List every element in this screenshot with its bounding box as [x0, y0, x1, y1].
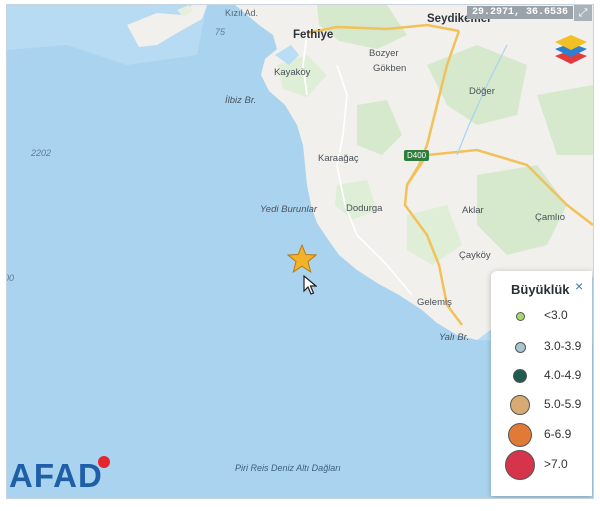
label-dodurga: Dodurga [346, 203, 383, 214]
expand-icon[interactable]: ⤢ [574, 5, 592, 21]
legend-swatch [508, 423, 532, 447]
legend-label: >7.0 [544, 457, 568, 471]
label-yali: Yalı Br. [439, 332, 470, 343]
legend-title: Büyüklük [511, 282, 570, 297]
label-ilbiz: İlbiz Br. [225, 95, 257, 106]
legend-label: 3.0-3.9 [544, 339, 582, 353]
legend-item: >7.0 [491, 450, 592, 480]
label-kayakoy: Kayaköy [274, 67, 311, 78]
label-piri-reis: Piri Reis Deniz Altı Dağları [235, 463, 341, 473]
legend-item: 5.0-5.9 [491, 391, 592, 417]
afad-logo: AFAD [9, 457, 103, 494]
legend-item: <3.0 [491, 302, 592, 328]
legend-swatch [510, 395, 530, 415]
label-caykoy: Çayköy [459, 250, 491, 261]
label-depth-75: 75 [215, 27, 226, 37]
legend-label: 6-6.9 [544, 427, 572, 441]
legend-item: 3.0-3.9 [491, 333, 592, 359]
label-doger: Döğer [469, 86, 495, 97]
legend-swatch [505, 450, 535, 480]
label-gokben: Gökben [373, 63, 407, 74]
label-kizil-ad: Kızıl Ad. [225, 8, 259, 18]
close-icon[interactable]: × [575, 278, 583, 294]
layers-icon[interactable] [553, 32, 589, 66]
legend-label: <3.0 [544, 308, 568, 322]
label-depth-00: 00 [7, 273, 15, 283]
label-fethiye: Fethiye [293, 29, 334, 41]
road-shield-d400: D400 [404, 150, 430, 161]
legend-item: 6-6.9 [491, 421, 592, 447]
legend-swatch [515, 311, 525, 321]
legend-item: 4.0-4.9 [491, 362, 592, 388]
label-yedi-burunlar: Yedi Burunlar [260, 204, 318, 215]
flag-icon [98, 456, 110, 468]
label-aklar: Aklar [462, 205, 484, 216]
coordinate-readout: 29.2971, 36.6536 [466, 6, 573, 19]
legend-label: 4.0-4.9 [544, 368, 582, 382]
label-depth-2202: 2202 [31, 148, 52, 158]
mouse-cursor-icon [303, 275, 317, 295]
legend-swatch [514, 341, 526, 353]
label-camlio: Çamlıo [535, 212, 566, 223]
magnitude-legend: Büyüklük × <3.0 3.0-3.9 4.0-4.9 5.0-5.9 6-6.… [491, 271, 592, 496]
legend-label: 5.0-5.9 [544, 397, 582, 411]
legend-swatch [513, 369, 527, 383]
label-bozyer: Bozyer [369, 48, 399, 59]
label-karaagac: Karaağaç [318, 153, 359, 164]
map-view[interactable]: Kızıl Ad. 75 Fethiye Seydikemer Bozyer K… [6, 4, 594, 499]
star-icon[interactable] [287, 244, 317, 274]
label-gelemis: Gelemiş [417, 297, 452, 308]
